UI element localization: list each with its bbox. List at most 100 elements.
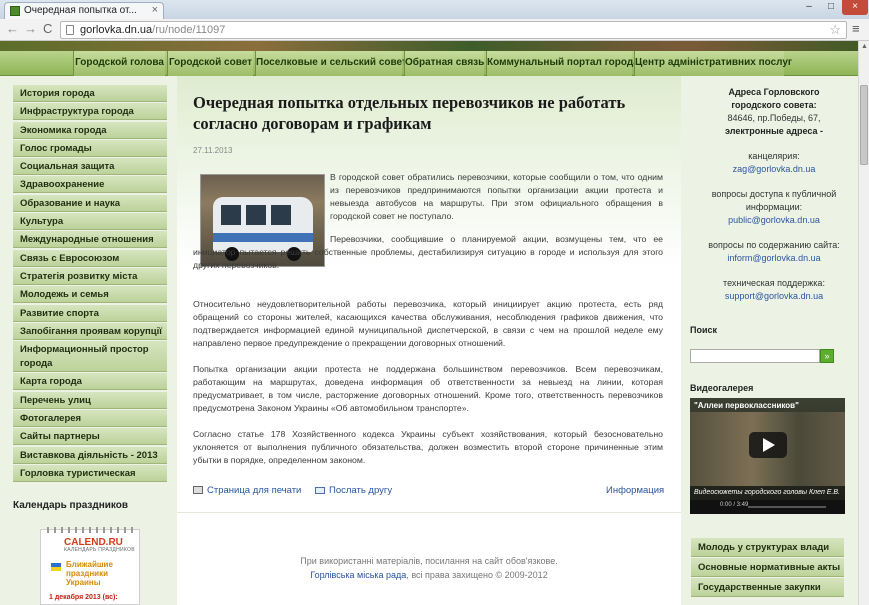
inform-email-link[interactable]: inform@gorlovka.dn.ua	[727, 253, 820, 263]
rightnav-item-youth-in-power[interactable]: Молодь у структурах влади	[691, 538, 844, 557]
calendar-rings	[47, 527, 135, 533]
back-arrow-icon[interactable]: ←	[6, 21, 19, 36]
leftnav-item-info-space[interactable]: Информационный простор города	[13, 341, 167, 373]
topnav-item-admin-services[interactable]: Центр адміністративних послуг	[634, 51, 792, 76]
support-email-link[interactable]: support@gorlovka.dn.ua	[725, 291, 823, 301]
ukraine-flag-icon	[51, 563, 61, 571]
address-bar[interactable]: gorlovka.dn.ua/ru/node/11097 ☆	[60, 21, 847, 39]
council-address-block: Адреса Горловского городского совета: 84…	[690, 86, 858, 303]
url-host: gorlovka.dn.ua	[80, 24, 153, 36]
browser-menu-icon[interactable]: ≡	[852, 21, 860, 36]
topnav-item-village-councils[interactable]: Поселковые и сельский советы	[255, 51, 415, 76]
leftnav-item-sport[interactable]: Развитие спорта	[13, 304, 167, 322]
leftnav-item-infrastructure[interactable]: Инфраструктура города	[13, 103, 167, 121]
browser-toolbar: ← → C gorlovka.dn.ua/ru/node/11097 ☆ ≡	[0, 19, 869, 41]
leftnav-item-tourism[interactable]: Горловка туристическая	[13, 464, 167, 482]
bus-window	[246, 205, 266, 225]
calendar-logo-subtitle: КАЛЕНДАРЬ ПРАЗДНИКОВ	[64, 547, 135, 553]
leftnav-item-city-map[interactable]: Карта города	[13, 373, 167, 391]
topnav-item-mayor[interactable]: Городской голова	[73, 51, 165, 76]
article-paragraph-1: В городской совет обратились перевозчики…	[330, 172, 663, 221]
video-controls[interactable]: 0:00 / 3:49	[690, 500, 845, 514]
content-divider	[177, 512, 681, 513]
leftnav-item-international[interactable]: Международные отношения	[13, 231, 167, 249]
bus-window	[271, 205, 291, 225]
leftnav-item-history[interactable]: История города	[13, 85, 167, 102]
page-scrollbar[interactable]: ▲	[858, 41, 869, 605]
video-time: 0:00 / 3:49	[720, 502, 749, 508]
calendar-heading: Календарь праздников	[13, 500, 129, 511]
main-content: Очередная попытка отдельных перевозчиков…	[177, 76, 681, 605]
window-maximize-button[interactable]: □	[820, 0, 842, 15]
topnav-item-feedback[interactable]: Обратная связь	[404, 51, 484, 76]
video-gallery-heading: Видеогалерея	[690, 383, 754, 393]
footer-rights: Горлівська міська рада, всі права захище…	[177, 568, 681, 582]
envelope-icon	[315, 486, 325, 494]
tab-close-icon[interactable]: ×	[152, 4, 158, 16]
footer-owner-link[interactable]: Горлівська міська рада	[310, 570, 406, 580]
window-close-button[interactable]: ×	[842, 0, 868, 15]
article-links: Страница для печати Послать другу Информ…	[193, 485, 664, 499]
calendar-holidays-link[interactable]: Ближайшие праздники Украины	[66, 560, 136, 587]
leftnav-item-culture[interactable]: Культура	[13, 213, 167, 231]
leftnav-item-youth-family[interactable]: Молодежь и семья	[13, 286, 167, 304]
leftnav-item-health[interactable]: Здравоохранение	[13, 176, 167, 194]
forward-arrow-icon[interactable]: →	[24, 21, 37, 36]
site-banner	[0, 41, 858, 51]
rightnav-item-procurement[interactable]: Государственные закупки	[691, 578, 844, 597]
play-button[interactable]	[749, 432, 787, 458]
page-footer: При використанні матеріалів, посилання н…	[177, 554, 681, 582]
address-title: Адреса Горловского городского совета:	[728, 87, 820, 110]
leftnav-item-photo-gallery[interactable]: Фотогалерея	[13, 410, 167, 428]
scroll-thumb[interactable]	[860, 85, 868, 165]
send-friend-label: Послать другу	[329, 485, 393, 496]
leftnav-item-streets[interactable]: Перечень улиц	[13, 391, 167, 409]
video-caption: Видеосюжеты городского головы Клеп Е.В.	[694, 489, 840, 496]
search-heading: Поиск	[690, 325, 718, 335]
bookmark-star-icon[interactable]: ☆	[829, 22, 841, 38]
rightnav-item-normative-acts[interactable]: Основные нормативные акты	[691, 558, 844, 577]
public-email-link[interactable]: public@gorlovka.dn.ua	[728, 215, 820, 225]
printer-icon	[193, 486, 203, 495]
address-street: 84646, пр.Победы, 67,	[727, 113, 821, 123]
browser-tab[interactable]: Очередная попытка от... ×	[4, 2, 164, 19]
site-content-label: вопросы по содержанию сайта:	[708, 240, 840, 250]
footer-copy-notice: При використанні матеріалів, посилання н…	[300, 556, 558, 566]
footer-rights-text: , всі права захищено © 2009-2012	[406, 570, 548, 580]
leftnav-item-anticorruption[interactable]: Запобігання проявам корупції	[13, 322, 167, 340]
print-page-link[interactable]: Страница для печати	[193, 485, 301, 496]
video-player[interactable]: "Аллеи первоклассников" Видеосюжеты горо…	[690, 398, 845, 514]
office-label: канцелярия:	[748, 151, 800, 161]
leftnav-item-strategy[interactable]: Стратегія розвитку міста	[13, 267, 167, 285]
topnav-item-communal-portal[interactable]: Коммунальный портал города	[486, 51, 639, 76]
calendar-widget[interactable]: CALEND.RU КАЛЕНДАРЬ ПРАЗДНИКОВ Ближайшие…	[40, 527, 140, 605]
search-input[interactable]	[690, 349, 820, 363]
article-paragraph-5: Согласно статье 178 Хозяйственного кодек…	[193, 429, 663, 465]
video-title[interactable]: "Аллеи первоклассников"	[694, 401, 799, 410]
reload-icon[interactable]: C	[43, 21, 52, 36]
video-progress-bar[interactable]	[748, 506, 826, 508]
address-emails-label: электронные адреса -	[724, 126, 824, 136]
calendar-date: 1 декабря 2013 (вс):	[49, 594, 118, 601]
leftnav-item-social-protection[interactable]: Социальная защита	[13, 158, 167, 176]
leftnav-item-partners[interactable]: Сайты партнеры	[13, 428, 167, 446]
url-path: /ru/node/11097	[152, 24, 226, 36]
send-friend-link[interactable]: Послать другу	[315, 485, 392, 496]
article-paragraph-4: Попытка организации акции протеста не по…	[193, 364, 663, 413]
window-minimize-button[interactable]: –	[798, 0, 820, 15]
info-link[interactable]: Информация	[606, 485, 664, 496]
leftnav-item-education[interactable]: Образование и наука	[13, 194, 167, 212]
browser-titlebar: Очередная попытка от... × – □ ×	[0, 0, 869, 19]
left-navigation: История города Инфраструктура города Эко…	[13, 85, 167, 483]
print-page-label: Страница для печати	[207, 485, 302, 496]
article-paragraph-3: Относительно неудовлетворительной работы…	[193, 299, 663, 348]
topnav-item-council[interactable]: Городской совет	[167, 51, 253, 76]
leftnav-item-eu-relations[interactable]: Связь с Евросоюзом	[13, 249, 167, 267]
office-email-link[interactable]: zag@gorlovka.dn.ua	[733, 164, 816, 174]
search-button[interactable]: »	[820, 349, 834, 363]
leftnav-item-community-voice[interactable]: Голос громады	[13, 139, 167, 157]
url-text[interactable]: gorlovka.dn.ua/ru/node/11097	[80, 24, 225, 36]
scroll-up-arrow-icon[interactable]: ▲	[861, 43, 868, 50]
leftnav-item-exhibitions[interactable]: Виставкова діяльність - 2013	[13, 446, 167, 464]
leftnav-item-economy[interactable]: Экономика города	[13, 121, 167, 139]
